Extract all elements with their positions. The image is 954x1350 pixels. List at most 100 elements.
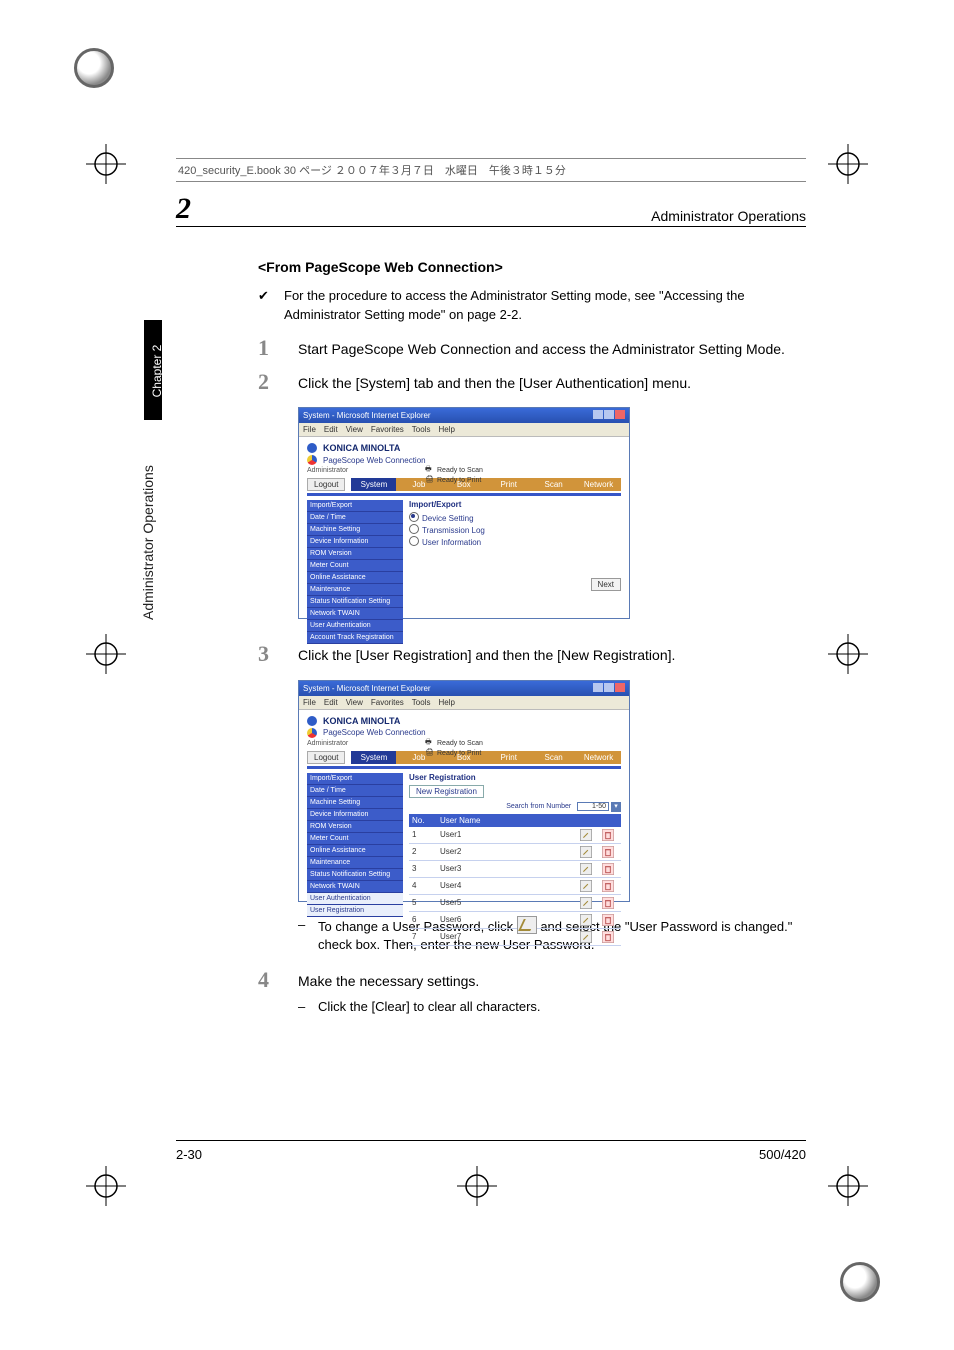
- next-button[interactable]: Next: [591, 578, 621, 591]
- sidebar-item[interactable]: ROM Version: [307, 821, 403, 833]
- sidebar-item[interactable]: Date / Time: [307, 512, 403, 524]
- panel-heading: User Registration: [409, 773, 621, 782]
- edit-icon: [517, 916, 537, 934]
- sidebar-item-user-auth[interactable]: User Authentication: [307, 893, 403, 905]
- new-registration-button[interactable]: New Registration: [409, 785, 484, 798]
- sidebar-item[interactable]: Import/Export: [307, 500, 403, 512]
- system-sidebar: Import/Export Date / Time Machine Settin…: [307, 773, 403, 946]
- delete-icon[interactable]: [602, 897, 614, 909]
- printer-status: 🖶Ready to Scan 🖨Ready to Print: [425, 738, 483, 758]
- delete-icon[interactable]: [602, 863, 614, 875]
- sidebar-item-user-reg[interactable]: User Registration: [307, 905, 403, 917]
- edit-icon[interactable]: [580, 931, 592, 943]
- sidebar-item[interactable]: Status Notification Setting: [307, 596, 403, 608]
- chapter-side-label: Chapter 2: [150, 334, 164, 408]
- edit-icon[interactable]: [580, 863, 592, 875]
- ie-menubar: FileEditViewFavoritesToolsHelp: [299, 423, 629, 437]
- cell-user-name: User6: [437, 911, 577, 928]
- radio-icon[interactable]: [409, 512, 419, 522]
- search-range-select[interactable]: 1-50: [577, 802, 609, 811]
- table-row: 3User3: [409, 860, 621, 877]
- model-number: 500/420: [759, 1147, 806, 1162]
- table-row: 6User6: [409, 911, 621, 928]
- delete-icon[interactable]: [602, 829, 614, 841]
- step-number: 2: [258, 371, 280, 393]
- step-text: Make the necessary settings.: [298, 969, 796, 991]
- logout-button[interactable]: Logout: [307, 751, 345, 764]
- cell-no: 6: [409, 911, 437, 928]
- edit-icon[interactable]: [580, 846, 592, 858]
- sidebar-item[interactable]: Online Assistance: [307, 572, 403, 584]
- sidebar-item[interactable]: Maintenance: [307, 857, 403, 869]
- delete-icon[interactable]: [602, 931, 614, 943]
- chapter-side-tab: Chapter 2 Administrator Operations: [136, 320, 170, 900]
- edit-icon[interactable]: [580, 897, 592, 909]
- search-from-number-label: Search from Number: [506, 803, 571, 810]
- table-row: 1User1: [409, 827, 621, 844]
- panel-heading: Import/Export: [409, 500, 621, 509]
- radio-icon[interactable]: [409, 536, 419, 546]
- sidebar-item[interactable]: Maintenance: [307, 584, 403, 596]
- edit-icon[interactable]: [580, 829, 592, 841]
- tab-system[interactable]: System: [351, 751, 396, 764]
- step-text: Click the [System] tab and then the [Use…: [298, 371, 796, 393]
- sidebar-item[interactable]: Network TWAIN: [307, 608, 403, 620]
- tab-system[interactable]: System: [351, 478, 396, 491]
- sidebar-item[interactable]: ROM Version: [307, 548, 403, 560]
- section-title: <From PageScope Web Connection>: [258, 259, 796, 275]
- tab-network[interactable]: Network: [576, 478, 621, 491]
- km-logo-icon: [307, 716, 317, 726]
- sidebar-item[interactable]: Date / Time: [307, 785, 403, 797]
- logout-button[interactable]: Logout: [307, 478, 345, 491]
- edit-icon[interactable]: [580, 914, 592, 926]
- sidebar-item[interactable]: User Authentication: [307, 620, 403, 632]
- sidebar-item[interactable]: Machine Setting: [307, 797, 403, 809]
- radio-icon[interactable]: [409, 524, 419, 534]
- registration-mark-icon: [828, 1166, 868, 1206]
- sidebar-item[interactable]: Network TWAIN: [307, 881, 403, 893]
- print-status-icon: 🖨: [425, 748, 435, 758]
- cell-no: 3: [409, 860, 437, 877]
- table-row: 2User2: [409, 843, 621, 860]
- tab-scan[interactable]: Scan: [531, 751, 576, 764]
- registration-mark-icon: [86, 1166, 126, 1206]
- pswc-logo-icon: [307, 455, 317, 465]
- page-number: 2-30: [176, 1147, 202, 1162]
- sidebar-item[interactable]: Online Assistance: [307, 845, 403, 857]
- delete-icon[interactable]: [602, 914, 614, 926]
- sidebar-item[interactable]: Import/Export: [307, 773, 403, 785]
- sidebar-item[interactable]: Device Information: [307, 809, 403, 821]
- sidebar-item[interactable]: Status Notification Setting: [307, 869, 403, 881]
- printer-status: 🖶Ready to Scan 🖨Ready to Print: [425, 465, 483, 485]
- scan-status-icon: 🖶: [425, 738, 435, 748]
- sidebar-item[interactable]: Meter Count: [307, 833, 403, 845]
- chevron-down-icon[interactable]: ▾: [611, 802, 621, 812]
- tab-print[interactable]: Print: [486, 751, 531, 764]
- sidebar-item[interactable]: Account Track Registration: [307, 632, 403, 644]
- step-text: Start PageScope Web Connection and acces…: [298, 337, 796, 359]
- sidebar-item[interactable]: Meter Count: [307, 560, 403, 572]
- th-no: No.: [409, 814, 437, 827]
- sidebar-item[interactable]: Device Information: [307, 536, 403, 548]
- tab-network[interactable]: Network: [576, 751, 621, 764]
- step-number: 1: [258, 337, 280, 359]
- bullet-dash: –: [298, 998, 308, 1017]
- window-title: System - Microsoft Internet Explorer: [303, 411, 431, 420]
- cell-user-name: User4: [437, 877, 577, 894]
- pswc-label: PageScope Web Connection: [323, 728, 426, 737]
- cell-user-name: User5: [437, 894, 577, 911]
- th-user-name: User Name: [437, 814, 577, 827]
- edit-icon[interactable]: [580, 880, 592, 892]
- sidebar-item[interactable]: Machine Setting: [307, 524, 403, 536]
- delete-icon[interactable]: [602, 880, 614, 892]
- tab-scan[interactable]: Scan: [531, 478, 576, 491]
- cell-no: 2: [409, 843, 437, 860]
- table-row: 7User7: [409, 928, 621, 945]
- print-status-icon: 🖨: [425, 475, 435, 485]
- window-buttons: [592, 410, 625, 421]
- cell-no: 4: [409, 877, 437, 894]
- corner-sphere-icon: [840, 1262, 880, 1302]
- pswc-label: PageScope Web Connection: [323, 456, 426, 465]
- delete-icon[interactable]: [602, 846, 614, 858]
- tab-print[interactable]: Print: [486, 478, 531, 491]
